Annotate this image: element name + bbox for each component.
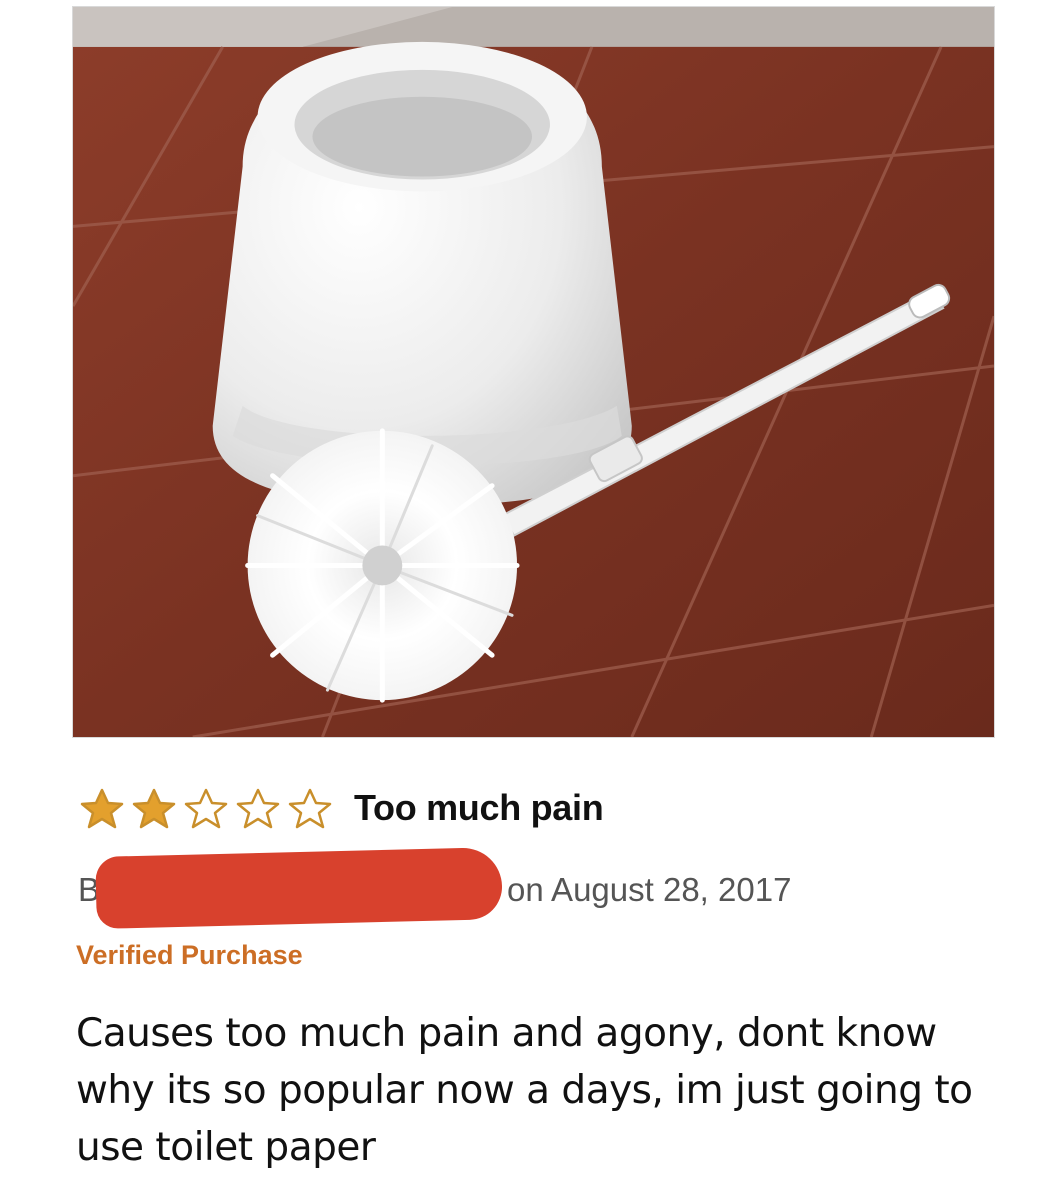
product-image [72, 6, 995, 738]
review-title[interactable]: Too much pain [354, 787, 604, 829]
star-empty-icon [236, 788, 280, 829]
redaction-mark [95, 847, 503, 929]
review-date: on August 28, 2017 [507, 871, 792, 908]
star-filled-icon [80, 788, 124, 829]
star-filled-icon [132, 788, 176, 829]
star-empty-icon [288, 788, 332, 829]
star-rating [76, 786, 336, 830]
star-empty-icon [184, 788, 228, 829]
verified-purchase-badge: Verified Purchase [76, 940, 303, 970]
review-rating-row: Too much pain [76, 784, 604, 832]
toilet-brush-illustration [73, 7, 994, 737]
review-body: Causes too much pain and agony, dont kno… [76, 1011, 973, 1170]
